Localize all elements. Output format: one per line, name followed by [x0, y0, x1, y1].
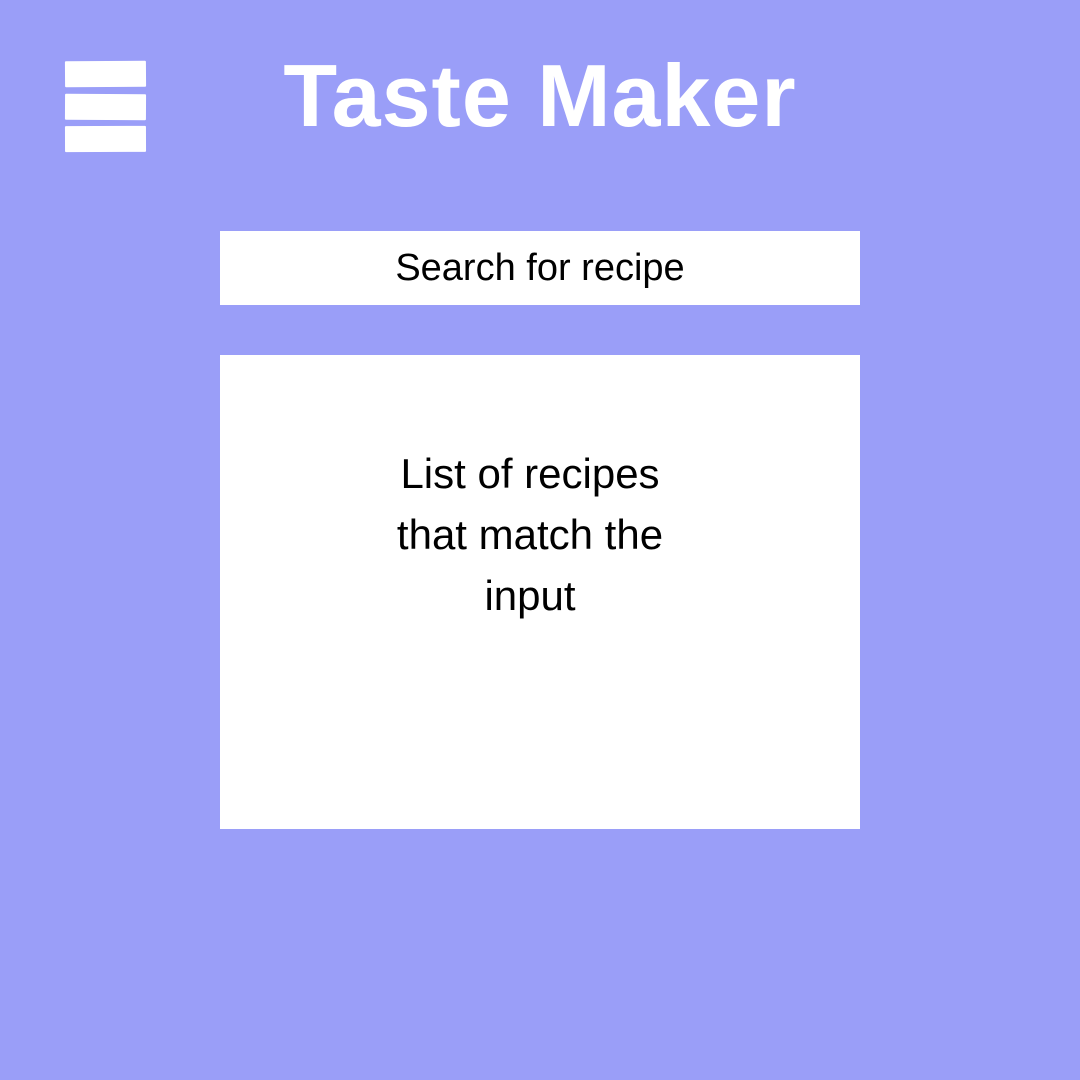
menu-bar-top [64, 60, 147, 88]
results-placeholder-text: List of recipes that match the input [396, 450, 664, 619]
hamburger-menu-icon[interactable] [64, 60, 147, 153]
menu-bar-middle [64, 93, 147, 121]
menu-bar-bottom [64, 125, 147, 153]
recipe-results-panel: List of recipes that match the input [220, 355, 860, 829]
search-input[interactable]: Search for recipe [220, 231, 860, 305]
app-title: Taste Maker [283, 46, 797, 145]
search-label: Search for recipe [395, 247, 685, 289]
